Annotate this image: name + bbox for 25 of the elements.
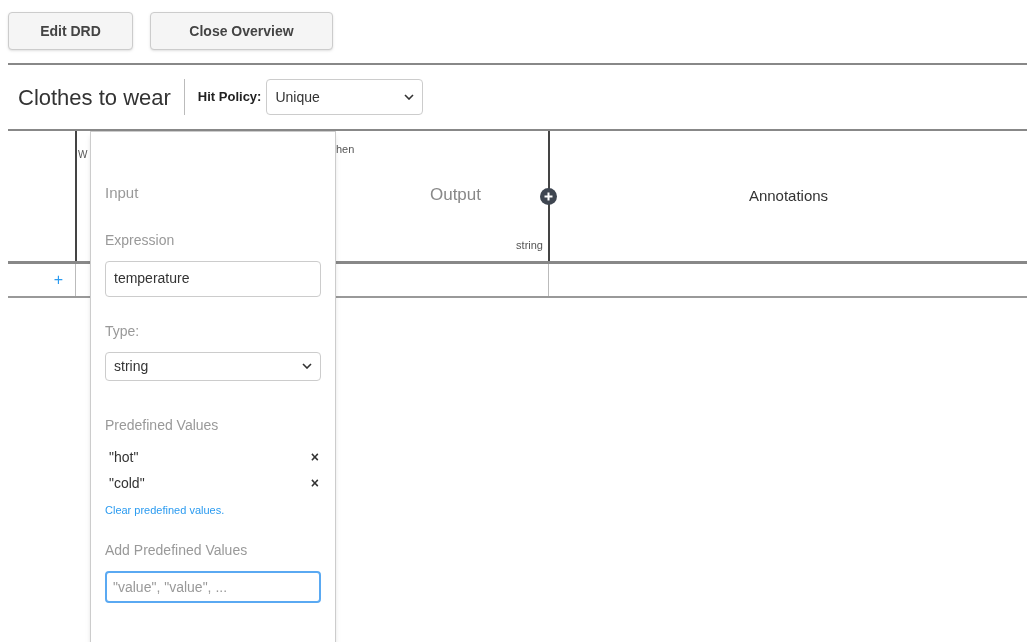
type-select[interactable]: string	[105, 351, 321, 381]
remove-value-button[interactable]: ×	[310, 473, 319, 494]
add-column-icon[interactable]	[540, 188, 557, 205]
chevron-down-icon	[404, 94, 415, 100]
predefined-value: "hot"	[109, 448, 139, 467]
annotations-column-name: Annotations	[748, 185, 829, 206]
table-title: Clothes to wear	[18, 83, 171, 112]
predefined-value: "cold"	[109, 474, 145, 493]
column-label: W	[78, 149, 88, 160]
field-label: Expression	[105, 230, 176, 250]
field-label: Type:	[105, 321, 141, 341]
expression-field[interactable]: temperature	[105, 260, 321, 297]
field-label: Predefined Values	[105, 415, 220, 435]
toolbar-button[interactable]: Close Overview	[150, 12, 333, 50]
remove-value-button[interactable]: ×	[310, 447, 319, 468]
column-label: hen	[335, 142, 356, 157]
chevron-down-icon	[302, 363, 312, 369]
toolbar-button[interactable]: Edit DRD	[8, 12, 133, 50]
add-values-field[interactable]: "value", "value", ...	[105, 571, 321, 603]
field-label: Add Predefined Values	[105, 541, 249, 560]
hit-policy-select[interactable]: Unique	[266, 79, 424, 115]
output-type: string	[516, 237, 543, 253]
hit-policy-label: Hit Policy:	[197, 88, 262, 107]
output-column-name: Output	[429, 183, 481, 206]
popup-title: Input	[105, 183, 140, 203]
